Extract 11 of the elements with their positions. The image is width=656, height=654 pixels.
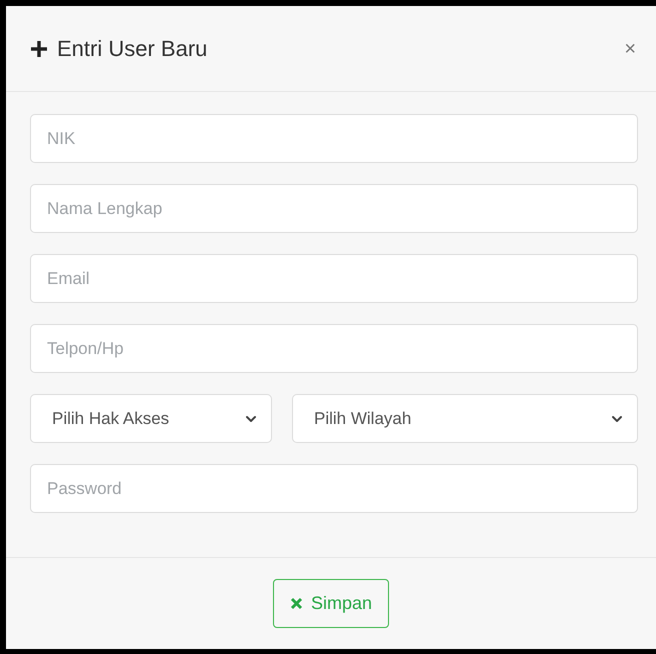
close-button[interactable]: × (624, 38, 636, 58)
dialog-title: Entri User Baru (57, 35, 208, 63)
select-field[interactable]: Pilih Hak Akses (30, 394, 272, 443)
input-field[interactable]: Telpon/Hp (30, 324, 638, 373)
input-field[interactable]: Email (30, 254, 638, 303)
select-field[interactable]: Pilih Wilayah (292, 394, 638, 443)
close-icon (290, 597, 303, 610)
input-field[interactable]: Password (30, 464, 638, 513)
input-field[interactable]: NIK (30, 114, 638, 163)
plus-icon (29, 38, 49, 58)
input-field[interactable]: Nama Lengkap (30, 184, 638, 233)
